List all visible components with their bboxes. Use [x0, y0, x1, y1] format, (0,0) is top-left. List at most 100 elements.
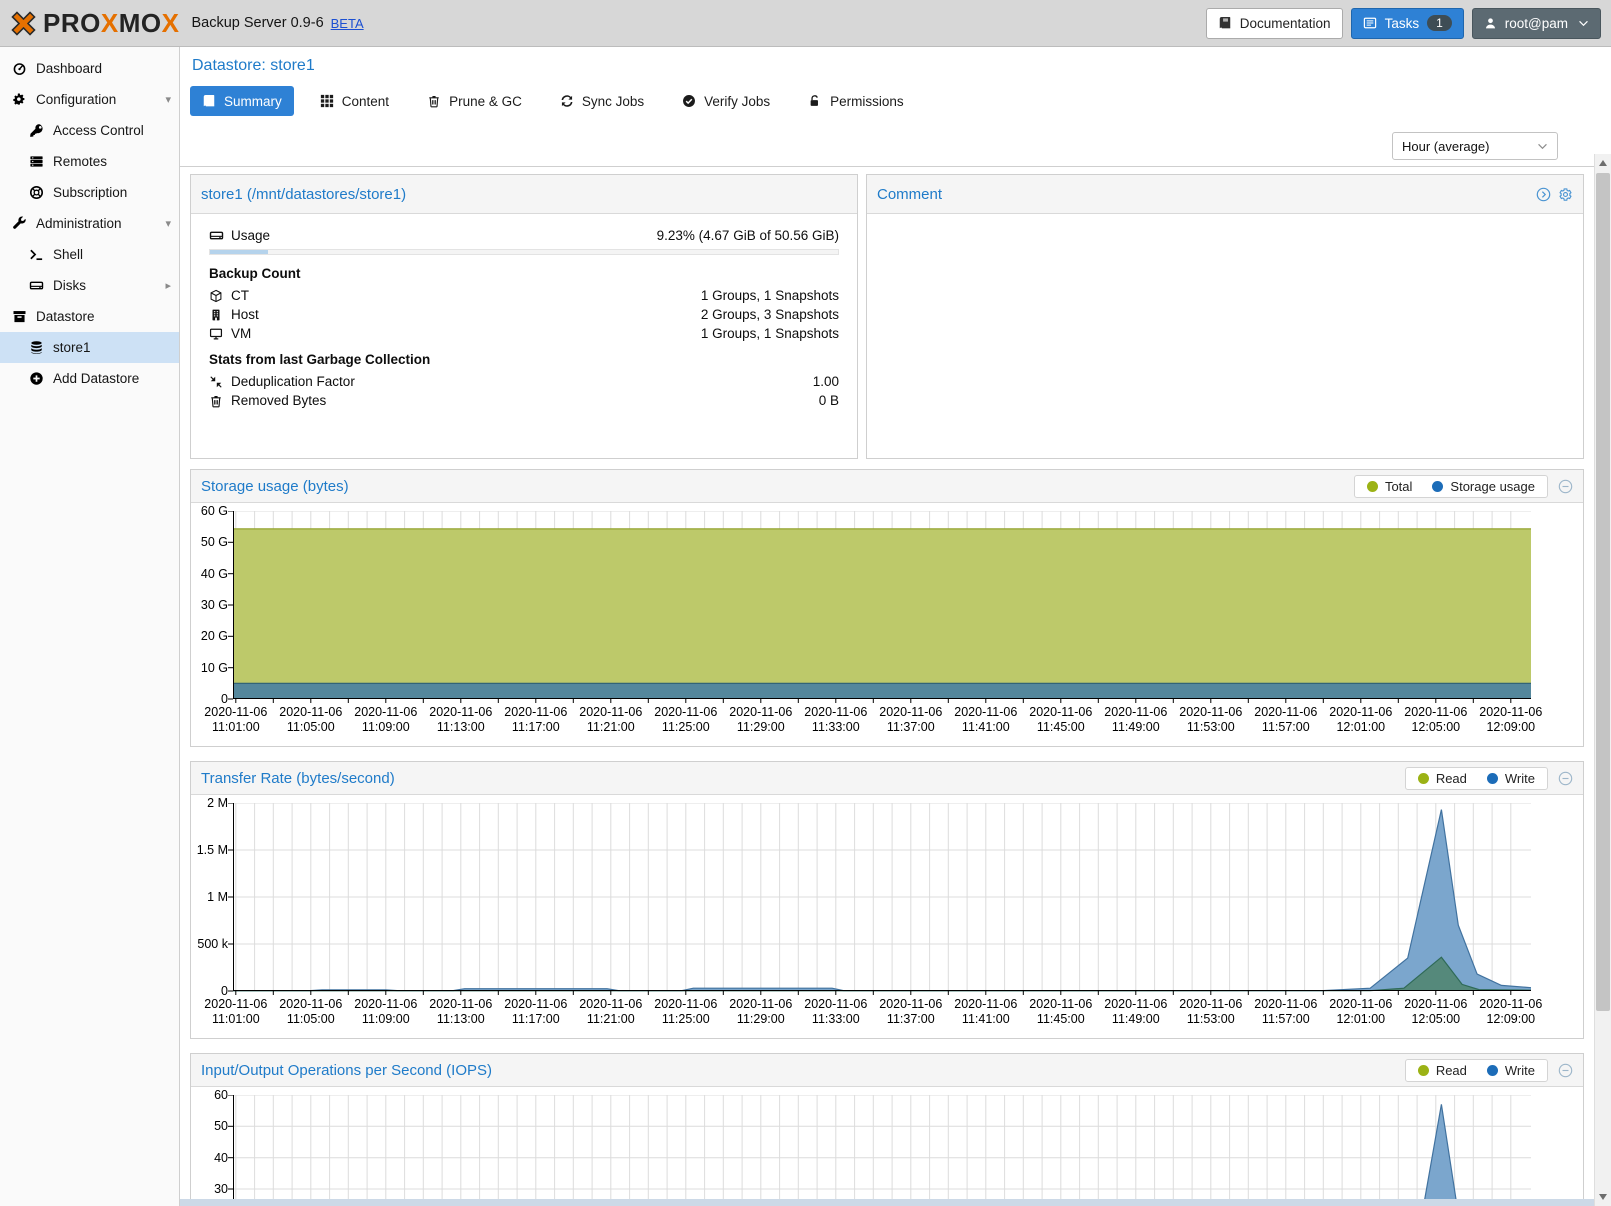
usage-progress-fill — [210, 250, 268, 254]
sidebar-item-datastore[interactable]: Datastore — [0, 301, 179, 332]
sidebar-item-label: Dashboard — [36, 61, 102, 76]
sidebar-item-label: Subscription — [53, 185, 127, 200]
tab-permissions[interactable]: Permissions — [796, 86, 916, 116]
minus-circle-icon — [1558, 479, 1573, 494]
trash-icon — [427, 94, 441, 108]
y-axis-tick-label: 50 — [191, 1119, 228, 1133]
legend-item[interactable]: Total — [1367, 479, 1412, 494]
chart-plot — [228, 511, 1531, 705]
user-icon — [1484, 17, 1497, 30]
tab-content[interactable]: Content — [308, 86, 401, 116]
collapse-panel-button[interactable] — [1558, 771, 1573, 786]
stat-value: 2 Groups, 3 Snapshots — [701, 307, 839, 322]
sidebar-item-add-datastore[interactable]: Add Datastore — [0, 363, 179, 394]
caret-down-icon[interactable]: ▾ — [165, 217, 171, 230]
sidebar-item-disks[interactable]: Disks ▸ — [0, 270, 179, 301]
y-axis-tick-label: 60 — [191, 1088, 228, 1102]
legend-item[interactable]: Read — [1418, 771, 1467, 786]
y-axis-tick-label: 20 G — [191, 629, 228, 643]
panel-settings-button[interactable] — [1558, 187, 1573, 202]
legend-label: Write — [1505, 771, 1535, 786]
task-list-icon — [1363, 16, 1377, 30]
stat-row: Host 2 Groups, 3 Snapshots — [209, 305, 839, 324]
tasks-button[interactable]: Tasks 1 — [1351, 8, 1464, 39]
sidebar-item-subscription[interactable]: Subscription — [0, 177, 179, 208]
chevron-down-icon — [1578, 20, 1589, 27]
comment-body[interactable] — [867, 214, 1583, 459]
building-icon — [209, 308, 231, 322]
chart-plot — [228, 1095, 1531, 1206]
vertical-scrollbar[interactable] — [1594, 154, 1611, 1206]
collapse-panel-button[interactable] — [1558, 1063, 1573, 1078]
y-axis-tick-label: 40 G — [191, 567, 228, 581]
sidebar-item-dashboard[interactable]: Dashboard — [0, 53, 179, 84]
stat-label: Host — [231, 307, 259, 322]
documentation-button[interactable]: Documentation — [1206, 8, 1343, 39]
sidebar-item-label: Disks — [53, 278, 86, 293]
terminal-icon — [27, 247, 45, 262]
stat-label: Deduplication Factor — [231, 374, 355, 389]
chart-legend: Read Write — [1405, 767, 1548, 790]
datastore-summary-panel: store1 (/mnt/datastores/store1) Usage 9.… — [190, 174, 858, 459]
chart-title: Storage usage (bytes) — [201, 478, 349, 495]
gc-stats-heading: Stats from last Garbage Collection — [209, 352, 839, 367]
sidebar-item-configuration[interactable]: Configuration▾ — [0, 84, 179, 115]
user-menu-button[interactable]: root@pam — [1472, 8, 1601, 39]
dashboard-icon — [10, 61, 28, 76]
tab-prune-gc[interactable]: Prune & GC — [415, 86, 534, 116]
tab-sync-jobs[interactable]: Sync Jobs — [548, 86, 656, 116]
sidebar-item-label: Datastore — [36, 309, 95, 324]
y-axis-tick-label: 60 G — [191, 504, 228, 518]
tab-label: Permissions — [830, 94, 904, 109]
stat-value: 1 Groups, 1 Snapshots — [701, 326, 839, 341]
transfer-rate-chart: 2 M1.5 M1 M500 k02020-11-0611:01:002020-… — [191, 795, 1583, 1038]
sidebar-item-administration[interactable]: Administration▾ — [0, 208, 179, 239]
grid-icon — [320, 94, 334, 108]
usage-progress-bar — [209, 249, 839, 255]
y-axis-tick-label: 500 k — [191, 937, 228, 951]
tab-label: Prune & GC — [449, 94, 522, 109]
legend-label: Storage usage — [1450, 479, 1535, 494]
scrollbar-up-button[interactable] — [1595, 155, 1611, 171]
sidebar: Dashboard Configuration▾ Access Control Rem… — [0, 47, 180, 1206]
sidebar-item-access-control[interactable]: Access Control — [0, 115, 179, 146]
y-axis-tick-label: 10 G — [191, 661, 228, 675]
collapse-panel-button[interactable] — [1558, 479, 1573, 494]
sidebar-item-label: Remotes — [53, 154, 107, 169]
legend-label: Total — [1385, 479, 1412, 494]
tab-summary[interactable]: Summary — [190, 86, 294, 116]
legend-item[interactable]: Read — [1418, 1063, 1467, 1078]
remotes-icon — [27, 154, 45, 169]
edit-comment-button[interactable] — [1536, 187, 1551, 202]
legend-label: Read — [1436, 771, 1467, 786]
sidebar-item-label: Access Control — [53, 123, 144, 138]
task-count-badge: 1 — [1427, 15, 1452, 31]
y-axis-tick-label: 1.5 M — [191, 843, 228, 857]
chart-legend: Total Storage usage — [1354, 475, 1548, 498]
chevron-down-icon — [1537, 143, 1548, 150]
legend-item[interactable]: Storage usage — [1432, 479, 1535, 494]
stat-value: 1.00 — [813, 374, 839, 389]
sidebar-item-store1[interactable]: store1 — [0, 332, 179, 363]
time-range-select[interactable]: Hour (average) — [1392, 132, 1558, 160]
arrow-up-icon — [1599, 160, 1607, 166]
legend-item[interactable]: Write — [1487, 771, 1535, 786]
scrollbar-thumb[interactable] — [1596, 173, 1610, 1011]
legend-dot — [1418, 1065, 1429, 1076]
legend-item[interactable]: Write — [1487, 1063, 1535, 1078]
scrollbar-down-button[interactable] — [1595, 1189, 1611, 1205]
proxmox-logo: PROXMOX — [10, 10, 179, 37]
stat-label: CT — [231, 288, 249, 303]
caret-right-icon[interactable]: ▸ — [165, 279, 171, 292]
sidebar-item-shell[interactable]: Shell — [0, 239, 179, 270]
beta-link[interactable]: BETA — [331, 16, 364, 31]
sidebar-item-remotes[interactable]: Remotes — [0, 146, 179, 177]
database-icon — [27, 340, 45, 355]
lifering-icon — [27, 185, 45, 200]
iops-chart: 60504030201002020-11-0611:01:002020-11-0… — [191, 1087, 1583, 1206]
gears-icon — [10, 92, 28, 107]
y-axis-tick-label: 0 — [191, 692, 228, 706]
caret-down-icon[interactable]: ▾ — [165, 93, 171, 106]
tab-verify-jobs[interactable]: Verify Jobs — [670, 86, 782, 116]
hdd-icon — [209, 228, 231, 243]
